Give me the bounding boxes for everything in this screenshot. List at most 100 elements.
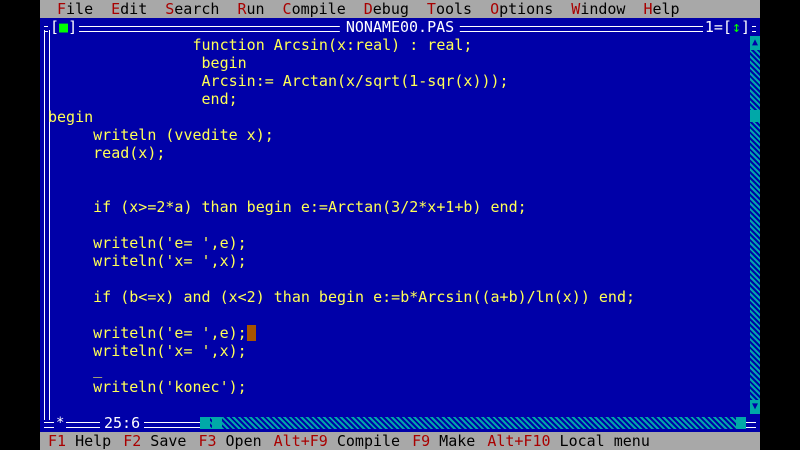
menu-label-rest: ile bbox=[66, 0, 94, 18]
fkey-label: Help bbox=[66, 432, 112, 450]
fkey-save[interactable]: F2 Save bbox=[117, 432, 192, 450]
fkey-key: Alt+F10 bbox=[487, 432, 551, 450]
menu-label-rest: ompile bbox=[291, 0, 346, 18]
code-line[interactable] bbox=[48, 216, 740, 234]
menu-label-rest: elp bbox=[652, 0, 680, 18]
vertical-scrollbar[interactable] bbox=[750, 36, 760, 414]
code-line-text: writeln (vvedite x); bbox=[48, 126, 274, 144]
menu-hotkey-letter: H bbox=[643, 0, 653, 18]
scroll-down-arrow-icon[interactable]: ▼ bbox=[750, 400, 760, 414]
code-line[interactable]: writeln('e= ',e); bbox=[48, 234, 740, 252]
code-line[interactable]: Arcsin:= Arctan(x/sqrt(1-sqr(x))); bbox=[48, 72, 740, 90]
fkey-key: F9 bbox=[412, 432, 431, 450]
code-line[interactable]: writeln('konec'); bbox=[48, 378, 740, 396]
menu-tools[interactable]: Tools bbox=[418, 0, 481, 18]
menu-label-rest: ools bbox=[435, 0, 473, 18]
code-line[interactable]: if (x>=2*a) than begin e:=Arctan(3/2*x+1… bbox=[48, 198, 740, 216]
code-line[interactable]: begin bbox=[48, 54, 740, 72]
code-line-text: begin bbox=[48, 54, 247, 72]
fkey-key: F2 bbox=[123, 432, 142, 450]
close-box-left: [ bbox=[50, 18, 60, 36]
close-box-button[interactable]: [■] bbox=[48, 18, 80, 36]
close-icon: ■ bbox=[59, 18, 69, 36]
menu-label-rest: ptions bbox=[499, 0, 554, 18]
vertical-scroll-thumb[interactable] bbox=[750, 110, 760, 122]
menu-label-rest: earch bbox=[174, 0, 220, 18]
code-line[interactable]: _ bbox=[48, 360, 740, 378]
code-line[interactable] bbox=[48, 162, 740, 180]
code-line[interactable]: writeln('x= ',x); bbox=[48, 252, 740, 270]
editor-window-top-frame: [■] NONAME00.PAS 1=[↕] bbox=[40, 18, 760, 36]
menu-label-rest: indow bbox=[580, 0, 626, 18]
menu-help[interactable]: Help bbox=[634, 0, 688, 18]
fkey-open[interactable]: F3 Open bbox=[192, 432, 267, 450]
fkey-compile[interactable]: Alt+F9 Compile bbox=[268, 432, 406, 450]
window-number: 1=[ bbox=[704, 18, 732, 36]
turbo-pascal-ide: File Edit Search Run Compile Debug Tools Option… bbox=[40, 0, 760, 450]
code-line-text: writeln('x= ',x); bbox=[48, 342, 247, 360]
code-line[interactable] bbox=[48, 270, 740, 288]
code-line-text: function Arcsin(x:real) : real; bbox=[48, 36, 473, 54]
code-line[interactable]: begin bbox=[48, 108, 740, 126]
menu-debug[interactable]: Debug bbox=[355, 0, 418, 18]
cursor-position: 25:6 bbox=[100, 414, 145, 432]
code-line[interactable]: end; bbox=[48, 90, 740, 108]
fkey-key: Alt+F9 bbox=[273, 432, 328, 450]
code-line[interactable]: read(x); bbox=[48, 144, 740, 162]
scroll-up-arrow-icon[interactable]: ▲ bbox=[750, 36, 760, 50]
window-title: NONAME00.PAS bbox=[339, 18, 461, 36]
menu-search[interactable]: Search bbox=[156, 0, 228, 18]
horizontal-scrollbar[interactable] bbox=[210, 417, 740, 429]
fkey-help[interactable]: F1 Help bbox=[40, 432, 117, 450]
modified-indicator: * bbox=[54, 414, 67, 432]
code-line-text: if (x>=2*a) than begin e:=Arctan(3/2*x+1… bbox=[48, 198, 527, 216]
fkey-key: F1 bbox=[48, 432, 67, 450]
code-line-text: begin bbox=[48, 108, 94, 126]
code-line[interactable]: writeln('x= ',x); bbox=[48, 342, 740, 360]
fkey-label: Local menu bbox=[550, 432, 650, 450]
menu-label-rest: dit bbox=[120, 0, 148, 18]
function-key-bar: F1 Help F2 Save F3 Open Alt+F9 Compile F9 Ma… bbox=[40, 432, 760, 450]
code-line-text: writeln('x= ',x); bbox=[48, 252, 247, 270]
fkey-label: Make bbox=[430, 432, 476, 450]
code-line[interactable]: writeln (vvedite x); bbox=[48, 126, 740, 144]
menu-hotkey-letter: E bbox=[111, 0, 121, 18]
code-line[interactable]: if (b<=x) and (x<2) than begin e:=b*Arcs… bbox=[48, 288, 740, 306]
code-line-text: writeln('e= ',e); bbox=[48, 324, 247, 342]
fkey-label: Compile bbox=[327, 432, 401, 450]
code-editor[interactable]: function Arcsin(x:real) : real; begin Ar… bbox=[48, 36, 740, 396]
menu-window[interactable]: Window bbox=[562, 0, 634, 18]
menu-hotkey-letter: C bbox=[282, 0, 292, 18]
text-cursor bbox=[246, 325, 256, 341]
fkey-local-menu[interactable]: Alt+F10 Local menu bbox=[481, 432, 656, 450]
zoom-arrow-icon: ↕ bbox=[731, 18, 741, 36]
menu-run[interactable]: Run bbox=[228, 0, 273, 18]
code-line-text: Arcsin:= Arctan(x/sqrt(1-sqr(x))); bbox=[48, 72, 509, 90]
fkey-label: Open bbox=[216, 432, 262, 450]
code-line-text: end; bbox=[48, 90, 238, 108]
menu-hotkey-letter: D bbox=[363, 0, 373, 18]
code-line-text: if (b<=x) and (x<2) than begin e:=b*Arcs… bbox=[48, 288, 635, 306]
menu-hotkey-letter: O bbox=[490, 0, 500, 18]
menu-compile[interactable]: Compile bbox=[274, 0, 355, 18]
fkey-label: Save bbox=[141, 432, 187, 450]
close-box-right: ] bbox=[68, 18, 78, 36]
menu-file[interactable]: File bbox=[40, 0, 102, 18]
menu-hotkey-letter: S bbox=[165, 0, 175, 18]
code-line[interactable]: writeln('e= ',e); bbox=[48, 324, 740, 342]
horizontal-scroll-thumb[interactable] bbox=[212, 417, 222, 429]
menu-options[interactable]: Options bbox=[481, 0, 562, 18]
code-line[interactable] bbox=[48, 180, 740, 198]
code-line[interactable] bbox=[48, 306, 740, 324]
scroll-left-arrow-icon[interactable] bbox=[200, 417, 210, 429]
menu-bar: File Edit Search Run Compile Debug Tools Option… bbox=[40, 0, 760, 18]
code-line[interactable]: function Arcsin(x:real) : real; bbox=[48, 36, 740, 54]
code-line-text: writeln('e= ',e); bbox=[48, 234, 247, 252]
menu-label-rest: un bbox=[246, 0, 265, 18]
zoom-button[interactable]: 1=[↕] bbox=[702, 18, 752, 36]
fkey-make[interactable]: F9 Make bbox=[406, 432, 481, 450]
scroll-right-arrow-icon[interactable] bbox=[736, 417, 746, 429]
menu-edit[interactable]: Edit bbox=[102, 0, 156, 18]
code-line-text: read(x); bbox=[48, 144, 166, 162]
menu-label-rest: ebug bbox=[372, 0, 409, 18]
